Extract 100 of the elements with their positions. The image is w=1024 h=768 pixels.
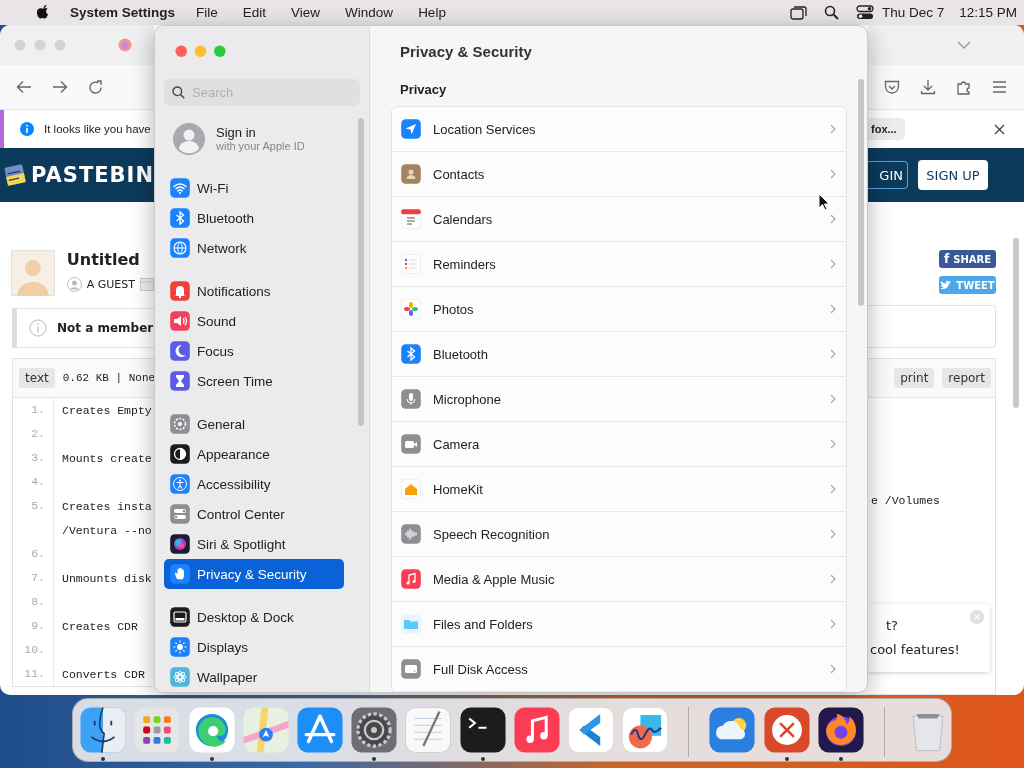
sidebar-item[interactable]: Wallpaper xyxy=(164,662,344,692)
close-icon[interactable] xyxy=(994,123,1005,135)
line-number: 11. xyxy=(24,667,45,680)
chevron-right-icon xyxy=(830,664,836,674)
settings-row[interactable]: Reminders xyxy=(392,242,846,287)
code-line: Creates insta xyxy=(61,499,152,513)
sidebar-item[interactable]: Screen Time xyxy=(164,366,344,396)
menu-item[interactable]: View xyxy=(291,5,321,20)
paste-size: 0.62 KB | None xyxy=(62,372,156,384)
waveform-icon xyxy=(401,524,421,544)
settings-row[interactable]: Camera xyxy=(392,422,846,467)
wifi-icon xyxy=(170,178,190,198)
settings-row[interactable]: Full Disk Access xyxy=(392,647,846,692)
sidebar-item[interactable]: Wi-Fi xyxy=(164,173,344,203)
menu-item[interactable]: Help xyxy=(418,5,446,20)
menu-app-name[interactable]: System Settings xyxy=(70,5,176,20)
scrollbar[interactable] xyxy=(358,118,364,426)
pocket-icon[interactable] xyxy=(884,79,900,95)
settings-row[interactable]: Media & Apple Music xyxy=(392,557,846,602)
sidebar-item[interactable]: Accessibility xyxy=(164,469,344,499)
calendar-icon xyxy=(401,209,421,229)
running-indicator xyxy=(209,757,214,761)
sidebar-item[interactable]: Network xyxy=(164,233,344,263)
chevron-right-icon xyxy=(830,619,836,629)
syntax-tag[interactable]: text xyxy=(19,368,55,388)
forward-arrow-icon[interactable] xyxy=(52,80,68,94)
running-indicator xyxy=(838,757,843,761)
puzzle-icon[interactable] xyxy=(956,79,972,95)
author-name[interactable]: A GUEST xyxy=(86,278,135,291)
scrollbar[interactable] xyxy=(1013,238,1019,408)
orb-icon xyxy=(170,534,190,554)
chevron-down-icon[interactable] xyxy=(957,41,971,49)
sidebar-item[interactable]: Desktop & Dock xyxy=(164,602,344,632)
site-logo-text[interactable]: PASTEBIN xyxy=(31,163,154,187)
sidebar-item[interactable]: Siri & Spotlight xyxy=(164,529,344,559)
share-button[interactable]: f SHARE xyxy=(939,250,996,268)
menu-date[interactable]: Thu Dec 7 xyxy=(881,5,945,20)
paste-title: Untitled xyxy=(66,250,141,269)
notice-link-button[interactable]: fox... xyxy=(868,118,905,140)
sidebar-item[interactable]: Privacy & Security xyxy=(164,559,344,589)
download-icon[interactable] xyxy=(920,79,936,95)
menu-item[interactable]: Edit xyxy=(242,5,267,20)
chevron-right-icon xyxy=(830,259,836,269)
menu-time[interactable]: 12:15 PM xyxy=(959,5,1017,20)
chevron-right-icon xyxy=(830,349,836,359)
sidebar-item[interactable]: Control Center xyxy=(164,499,344,529)
flame-globe-icon xyxy=(817,707,864,753)
toggles-icon[interactable] xyxy=(855,5,874,20)
sun-icon xyxy=(170,637,190,657)
moon-icon xyxy=(170,341,190,361)
notice-text: It looks like you have xyxy=(44,123,151,135)
account-title: Sign in xyxy=(216,125,257,141)
sidebar-item[interactable]: Displays xyxy=(164,632,344,662)
popup-text: t? xyxy=(886,618,898,633)
apple-icon[interactable] xyxy=(36,4,51,21)
sidebar-item[interactable]: Notifications xyxy=(164,276,344,306)
list-icon xyxy=(401,254,421,274)
petals-icon xyxy=(401,299,421,319)
menu-item[interactable]: Window xyxy=(345,5,394,20)
settings-row[interactable]: HomeKit xyxy=(392,467,846,512)
running-indicator xyxy=(101,757,106,761)
smiling-face-split-icon xyxy=(80,707,127,753)
notepad-icon xyxy=(405,707,452,753)
code-line: e /Volumes xyxy=(871,494,940,507)
code-line: Creates CDR xyxy=(61,619,138,633)
window-controls[interactable] xyxy=(174,45,228,58)
bluetooth-icon xyxy=(401,344,421,364)
scribble-icon xyxy=(622,707,669,753)
sidebar-item[interactable]: Bluetooth xyxy=(164,203,344,233)
overlapping-windows-icon[interactable] xyxy=(789,5,807,20)
map-icon xyxy=(242,707,289,753)
settings-row[interactable]: Speech Recognition xyxy=(392,512,846,557)
menu-icon[interactable] xyxy=(992,81,1007,93)
settings-row[interactable]: Files and Folders xyxy=(392,602,846,647)
sidebar-item[interactable]: Sound xyxy=(164,306,344,336)
user-icon xyxy=(66,277,82,292)
sidebar-item[interactable]: Appearance xyxy=(164,439,344,469)
sign-up-button[interactable]: SIGN UP xyxy=(918,160,988,190)
chevron-right-icon xyxy=(830,394,836,404)
paste-action-button[interactable]: print xyxy=(894,368,935,388)
search-icon[interactable] xyxy=(823,5,839,20)
settings-row[interactable]: Microphone xyxy=(392,377,846,422)
scrollbar[interactable] xyxy=(858,79,864,306)
settings-row[interactable]: Contacts xyxy=(392,152,846,197)
notice-text: Not a member xyxy=(57,321,154,335)
paste-action-button[interactable]: report xyxy=(942,368,991,388)
code-line: Mounts create xyxy=(61,451,152,465)
chevron-right-icon xyxy=(830,484,836,494)
menu-item[interactable]: File xyxy=(196,5,218,20)
settings-row[interactable]: Bluetooth xyxy=(392,332,846,377)
settings-row[interactable]: Calendars xyxy=(392,197,846,242)
back-arrow-icon[interactable] xyxy=(16,80,32,94)
account-row[interactable]: Sign in with your Apple ID xyxy=(164,118,360,159)
settings-row[interactable]: Photos xyxy=(392,287,846,332)
settings-row[interactable]: Location Services xyxy=(392,107,846,152)
sidebar-item[interactable]: Focus xyxy=(164,336,344,366)
sidebar-item[interactable]: General xyxy=(164,409,344,439)
reload-icon[interactable] xyxy=(88,79,103,95)
chevron-right-icon xyxy=(830,529,836,539)
code-line: Converts CDR xyxy=(61,667,145,681)
